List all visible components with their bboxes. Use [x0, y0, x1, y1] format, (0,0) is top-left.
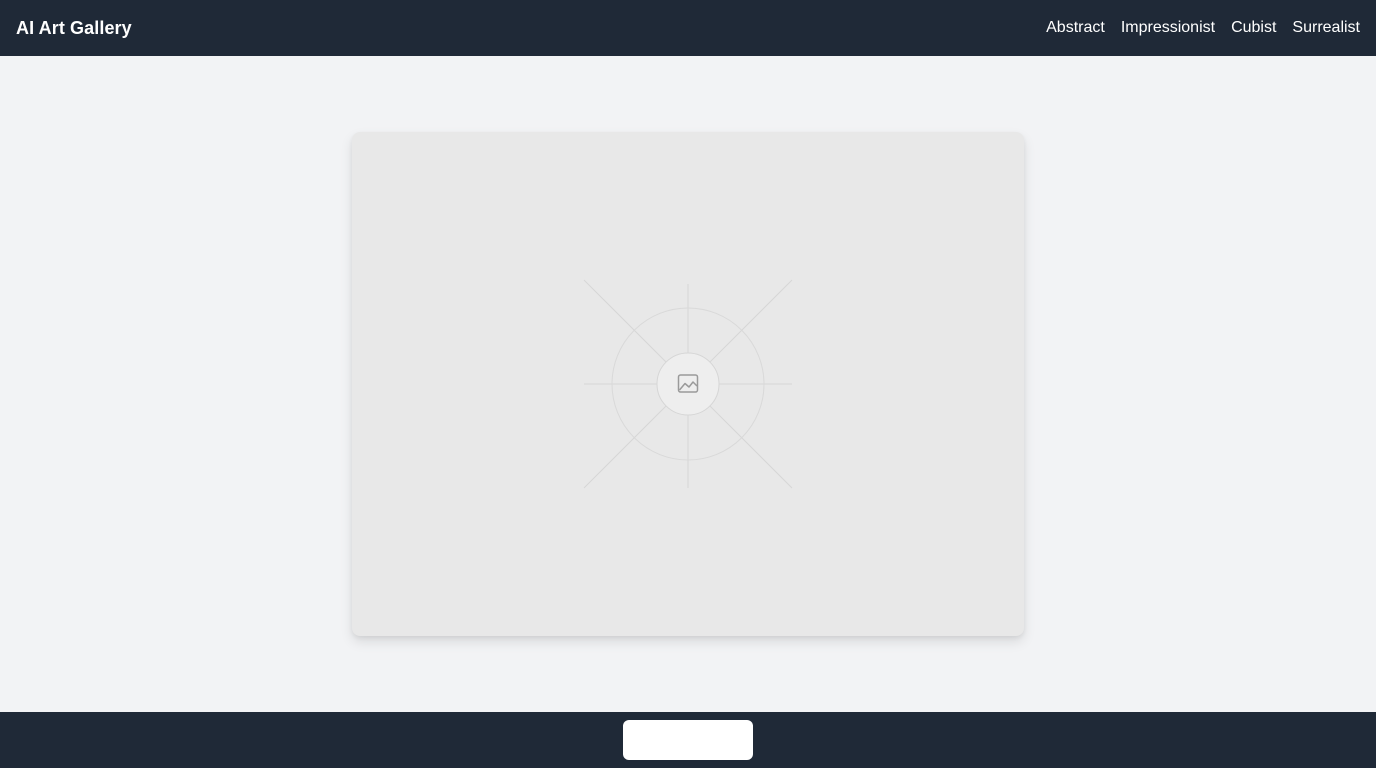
bottom-bar — [0, 712, 1376, 768]
artwork-placeholder — [583, 279, 793, 489]
category-nav: Abstract Impressionist Cubist Surrealist — [1046, 19, 1360, 37]
nav-link-impressionist[interactable]: Impressionist — [1121, 19, 1215, 37]
top-navbar: AI Art Gallery Abstract Impressionist Cu… — [0, 0, 1376, 56]
gallery-main — [0, 56, 1376, 712]
artwork-frame — [352, 132, 1024, 636]
site-title[interactable]: AI Art Gallery — [16, 18, 132, 39]
nav-link-surrealist[interactable]: Surrealist — [1292, 19, 1360, 37]
nav-link-cubist[interactable]: Cubist — [1231, 19, 1276, 37]
placeholder-inner-circle — [656, 352, 720, 416]
nav-link-abstract[interactable]: Abstract — [1046, 19, 1105, 37]
footer-action-button[interactable] — [623, 720, 753, 760]
